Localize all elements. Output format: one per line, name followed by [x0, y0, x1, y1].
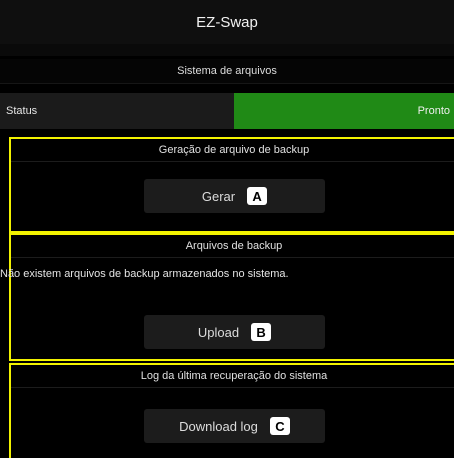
app-header: EZ-Swap [0, 0, 454, 44]
status-label: Status [0, 93, 234, 129]
backup-generation-title: Geração de arquivo de backup [11, 139, 454, 162]
upload-button-label: Upload [197, 324, 240, 340]
no-backups-message: Não existem arquivos de backup armazenad… [0, 268, 289, 280]
download-log-button-tag: C [269, 417, 290, 435]
file-system-title: Sistema de arquivos [177, 65, 277, 77]
generate-button[interactable]: Gerar A [144, 179, 325, 213]
status-value: Pronto [234, 93, 454, 129]
file-system-section-title: Sistema de arquivos [0, 59, 454, 84]
upload-button-tag: B [251, 323, 272, 341]
download-log-button-label: Download log [179, 418, 258, 434]
download-log-button[interactable]: Download log C [144, 409, 325, 443]
recovery-log-panel: Log da última recuperação do sistema Dow… [9, 363, 454, 458]
status-row: Status Pronto [0, 93, 454, 129]
upload-button[interactable]: Upload B [144, 315, 325, 349]
backup-files-panel: Arquivos de backup Upload B [9, 233, 454, 361]
header-divider [0, 44, 454, 56]
backup-generation-panel: Geração de arquivo de backup Gerar A [9, 137, 454, 233]
recovery-log-title: Log da última recuperação do sistema [11, 365, 454, 388]
generate-button-label: Gerar [201, 188, 236, 204]
backup-files-title: Arquivos de backup [11, 235, 454, 258]
app-title: EZ-Swap [196, 13, 258, 31]
generate-button-tag: A [247, 187, 268, 205]
